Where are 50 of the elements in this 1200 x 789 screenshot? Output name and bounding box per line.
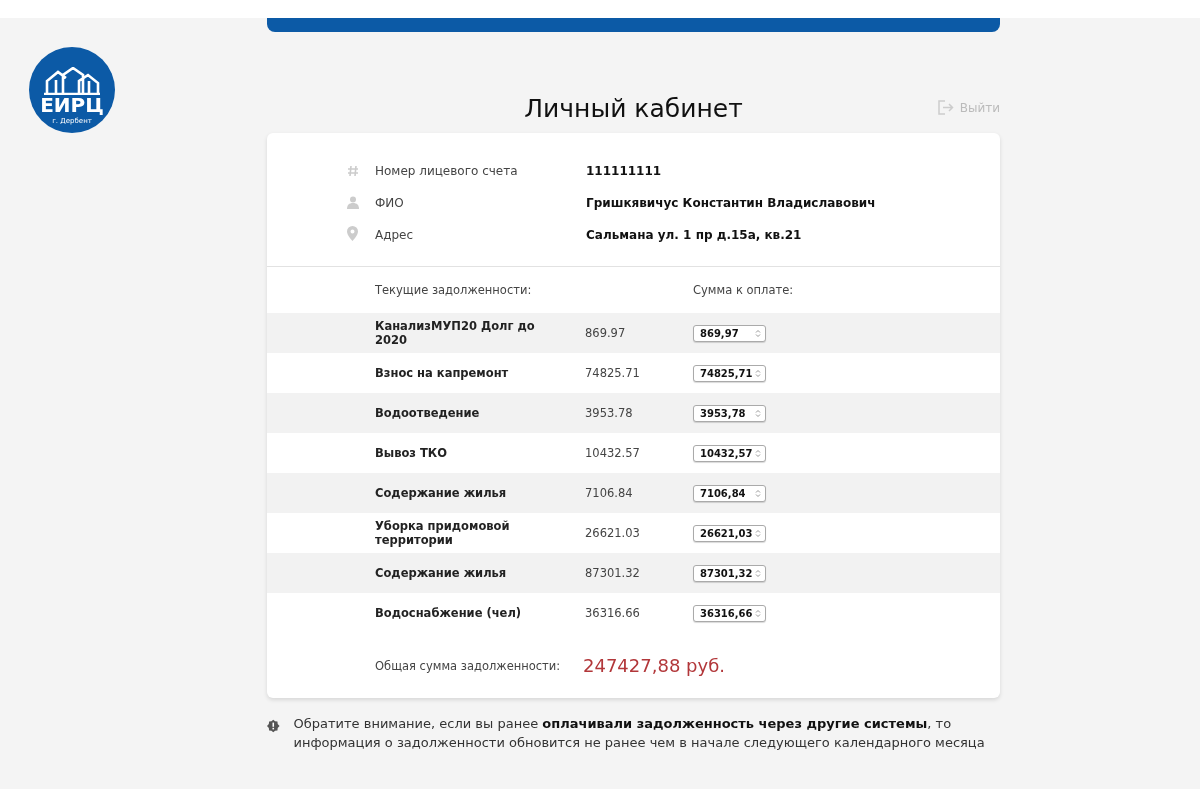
debt-amount: 7106.84 (585, 486, 634, 500)
debt-amount: 26621.03 (585, 526, 641, 540)
field-label: ФИО (375, 196, 405, 210)
payment-input[interactable]: 26621,03 (693, 524, 766, 542)
payment-input[interactable]: 7106,84 (693, 484, 766, 502)
field-value: Сальмана ул. 1 пр д.15а, кв.21 (586, 228, 803, 242)
payment-input[interactable]: 3953,78 (693, 404, 766, 422)
service-name: КанализМУП20 Долг до 2020 (375, 319, 536, 347)
field-value: 111111111 (586, 164, 663, 178)
spinner-icon (755, 608, 761, 618)
logo-title: ЕИРЦ (40, 95, 104, 115)
page-title: Личный кабинет (523, 94, 744, 123)
payment-input[interactable]: 87301,32 (693, 564, 766, 582)
field-label: Номер лицевого счета (375, 164, 519, 178)
debt-amount: 869.97 (585, 326, 627, 340)
spinner-icon (755, 568, 761, 578)
column-header: Сумма к оплате: (693, 283, 795, 297)
spinner-icon (755, 448, 761, 458)
debt-amount: 10432.57 (585, 446, 641, 460)
service-name: Вывоз ТКО (375, 446, 449, 460)
service-name: Водоснабжение (чел) (375, 606, 523, 620)
service-name: Водоотведение (375, 406, 481, 420)
hash-icon (347, 164, 359, 177)
map-pin-icon (347, 225, 358, 241)
logout-icon (937, 100, 954, 115)
payment-input[interactable]: 869,97 (693, 324, 766, 342)
spinner-icon (755, 328, 761, 338)
column-header: Текущие задолженности: (375, 283, 533, 297)
spinner-icon (755, 528, 761, 538)
field-value: Гришкявичус Константин Владиславович (586, 196, 877, 210)
spinner-icon (755, 488, 761, 498)
payment-input[interactable]: 10432,57 (693, 444, 766, 462)
service-name: Содержание жилья (375, 566, 508, 580)
total-amount: 247427,88 руб. (583, 655, 726, 676)
service-name: Взнос на капремонт (375, 366, 510, 380)
user-icon (347, 195, 359, 209)
field-label: Адрес (375, 228, 415, 242)
houses-icon (43, 67, 101, 95)
debt-amount: 87301.32 (585, 566, 641, 580)
payment-input[interactable]: 36316,66 (693, 604, 766, 622)
debt-amount: 74825.71 (585, 366, 641, 380)
payment-input[interactable]: 74825,71 (693, 364, 766, 382)
service-name: Уборка придомовой территории (375, 519, 511, 547)
notice-text: Обратите внимание, если вы ранее оплачивали задолженность через другие системы, то информация о задолженности обновится не ранее чем в начале следующего календарного месяца (293, 715, 986, 752)
service-name: Содержание жилья (375, 486, 508, 500)
debt-amount: 3953.78 (585, 406, 634, 420)
spinner-icon (755, 408, 761, 418)
spinner-icon (755, 368, 761, 378)
total-label: Общая сумма задолженности: (375, 658, 562, 673)
debt-amount: 36316.66 (585, 606, 641, 620)
